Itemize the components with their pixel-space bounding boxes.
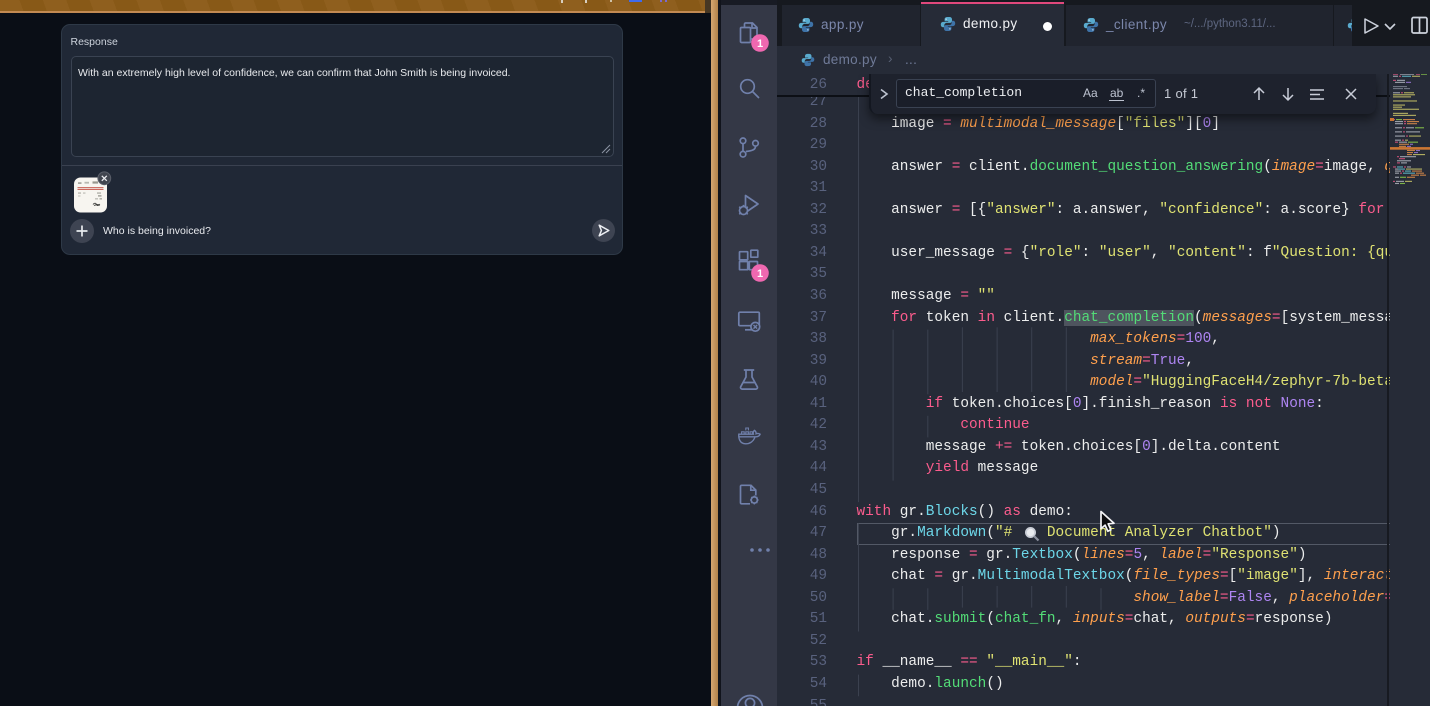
svg-text:1: 1 xyxy=(756,268,762,280)
svg-text:1: 1 xyxy=(756,38,762,50)
